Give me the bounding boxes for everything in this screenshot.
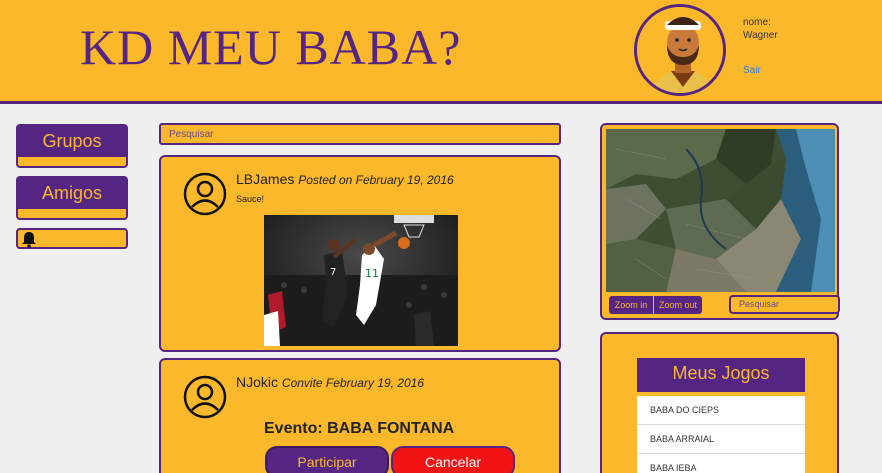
post-text: Sauce! [236, 194, 265, 204]
feed-post: LBJames Posted on February 19, 2016 Sauc… [159, 155, 561, 352]
user-name: Wagner [743, 30, 778, 41]
cancel-event-button[interactable]: Cancelar [391, 446, 515, 473]
user-avatar[interactable] [634, 4, 726, 96]
post-author[interactable]: NJokic [236, 374, 278, 390]
feed-search-input[interactable]: Pesquisar [159, 123, 561, 145]
game-list-item[interactable]: BABA IEBA [637, 454, 805, 473]
game-list-item[interactable]: BABA DO CIEPS [637, 396, 805, 425]
my-games-title: Meus Jogos [637, 358, 805, 392]
games-list: BABA DO CIEPS BABA ARRAIAL BABA IEBA [637, 396, 805, 473]
nav-friends-button[interactable]: Amigos [16, 176, 128, 220]
nav-groups-label: Grupos [42, 131, 102, 151]
nav-button-strip [18, 156, 126, 166]
header: KD MEU BABA? nome: Wagner Sair [0, 0, 882, 104]
basketball-photo: 11 7 [264, 215, 458, 346]
feed-post-invite: NJokic Convite February 19, 2016 Evento:… [159, 358, 561, 473]
user-name-label: nome: [743, 17, 771, 28]
post-photo[interactable]: 11 7 [264, 215, 458, 346]
post-header: NJokic Convite February 19, 2016 [236, 374, 424, 390]
post-meta: Convite February 19, 2016 [281, 376, 424, 390]
user-profile-icon [183, 172, 227, 216]
post-header: LBJames Posted on February 19, 2016 [236, 171, 454, 187]
map-panel: Zoom in Zoom out Pesquisar [600, 123, 840, 320]
nav-button-strip [18, 208, 126, 218]
notifications-button[interactable] [16, 228, 128, 249]
bell-icon [22, 232, 36, 248]
event-title: Evento: BABA FONTANA [264, 420, 455, 437]
post-author[interactable]: LBJames [236, 171, 294, 187]
avatar-illustration [637, 7, 723, 93]
post-meta: Posted on February 19, 2016 [298, 173, 454, 187]
site-logo[interactable]: KD MEU BABA? [80, 18, 461, 76]
game-list-item[interactable]: BABA ARRAIAL [637, 425, 805, 454]
user-profile-icon [183, 375, 227, 419]
map-zoom-out-button[interactable]: Zoom out [653, 296, 702, 314]
svg-text:11: 11 [365, 267, 379, 280]
svg-text:7: 7 [330, 267, 336, 278]
satellite-map-image [606, 129, 835, 292]
map-zoom-in-button[interactable]: Zoom in [609, 296, 653, 314]
nav-friends-label: Amigos [41, 183, 103, 203]
map-search-input[interactable]: Pesquisar [729, 295, 840, 314]
satellite-map[interactable] [606, 129, 835, 292]
nav-groups-button[interactable]: Grupos [16, 124, 128, 168]
my-games-panel: Meus Jogos BABA DO CIEPS BABA ARRAIAL BA… [600, 332, 839, 473]
join-event-button[interactable]: Participar [265, 446, 389, 473]
logout-link[interactable]: Sair [743, 65, 761, 76]
